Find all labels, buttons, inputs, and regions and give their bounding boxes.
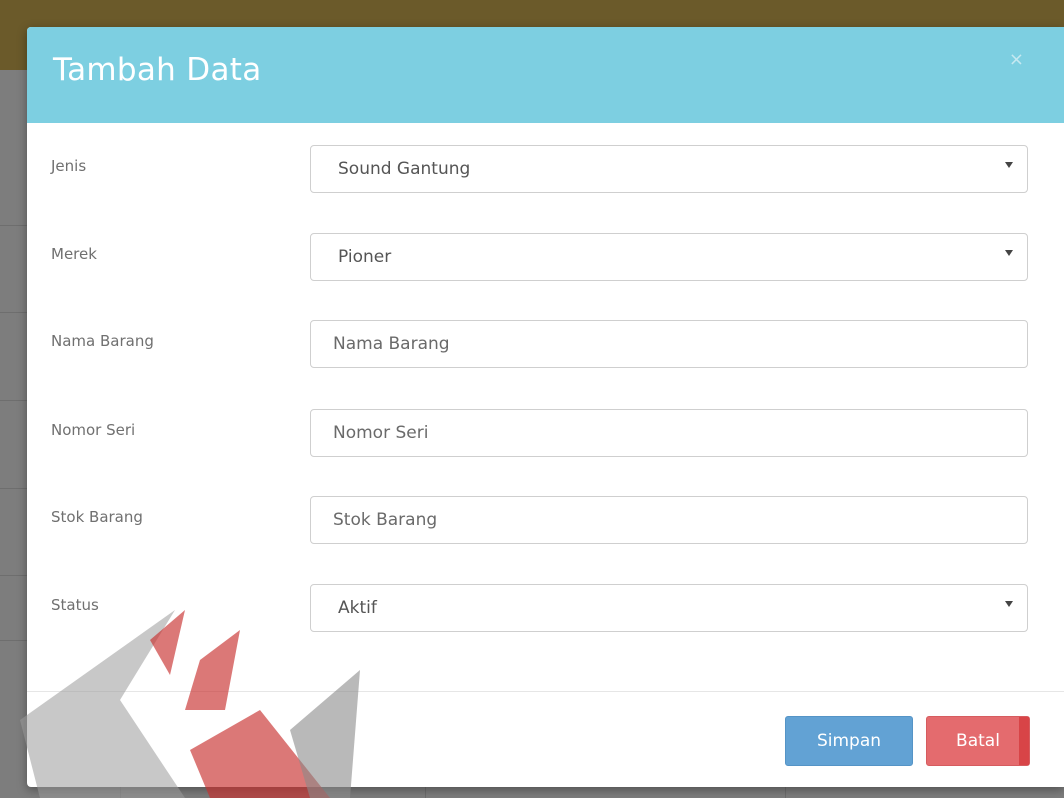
form-row-jenis: Jenis Sound Gantung bbox=[27, 145, 1064, 195]
nama-barang-input[interactable] bbox=[310, 320, 1028, 368]
modal-title: Tambah Data bbox=[53, 52, 262, 88]
modal-header: Tambah Data × bbox=[27, 27, 1064, 123]
status-select[interactable]: Aktif bbox=[310, 584, 1028, 632]
jenis-selected-value: Sound Gantung bbox=[338, 159, 471, 179]
save-button[interactable]: Simpan bbox=[785, 716, 913, 766]
form-row-merek: Merek Pioner bbox=[27, 233, 1064, 283]
form-row-nama-barang: Nama Barang bbox=[27, 320, 1064, 370]
merek-select[interactable]: Pioner bbox=[310, 233, 1028, 281]
modal-footer-divider bbox=[27, 691, 1064, 692]
nama-barang-label: Nama Barang bbox=[51, 332, 154, 350]
cancel-button-label: Batal bbox=[956, 731, 1000, 751]
form-row-status: Status Aktif bbox=[27, 584, 1064, 634]
stok-barang-label: Stok Barang bbox=[51, 508, 143, 526]
status-selected-value: Aktif bbox=[338, 598, 377, 618]
form-row-nomor-seri: Nomor Seri bbox=[27, 409, 1064, 459]
save-button-label: Simpan bbox=[816, 731, 882, 751]
chevron-down-icon bbox=[1005, 162, 1013, 168]
merek-label: Merek bbox=[51, 245, 97, 263]
jenis-label: Jenis bbox=[51, 157, 87, 175]
add-data-modal: Tambah Data × Jenis Sound Gantung Merek … bbox=[27, 27, 1064, 787]
status-label: Status bbox=[51, 596, 99, 614]
jenis-select[interactable]: Sound Gantung bbox=[310, 145, 1028, 193]
chevron-down-icon bbox=[1005, 601, 1013, 607]
close-icon[interactable]: × bbox=[1009, 49, 1024, 70]
cancel-button[interactable]: Batal bbox=[926, 716, 1030, 766]
nomor-seri-label: Nomor Seri bbox=[51, 421, 136, 439]
cancel-button-edge bbox=[1019, 717, 1029, 765]
merek-selected-value: Pioner bbox=[338, 247, 392, 267]
form-row-stok-barang: Stok Barang bbox=[27, 496, 1064, 546]
chevron-down-icon bbox=[1005, 250, 1013, 256]
nomor-seri-input[interactable] bbox=[310, 409, 1028, 457]
stok-barang-input[interactable] bbox=[310, 496, 1028, 544]
